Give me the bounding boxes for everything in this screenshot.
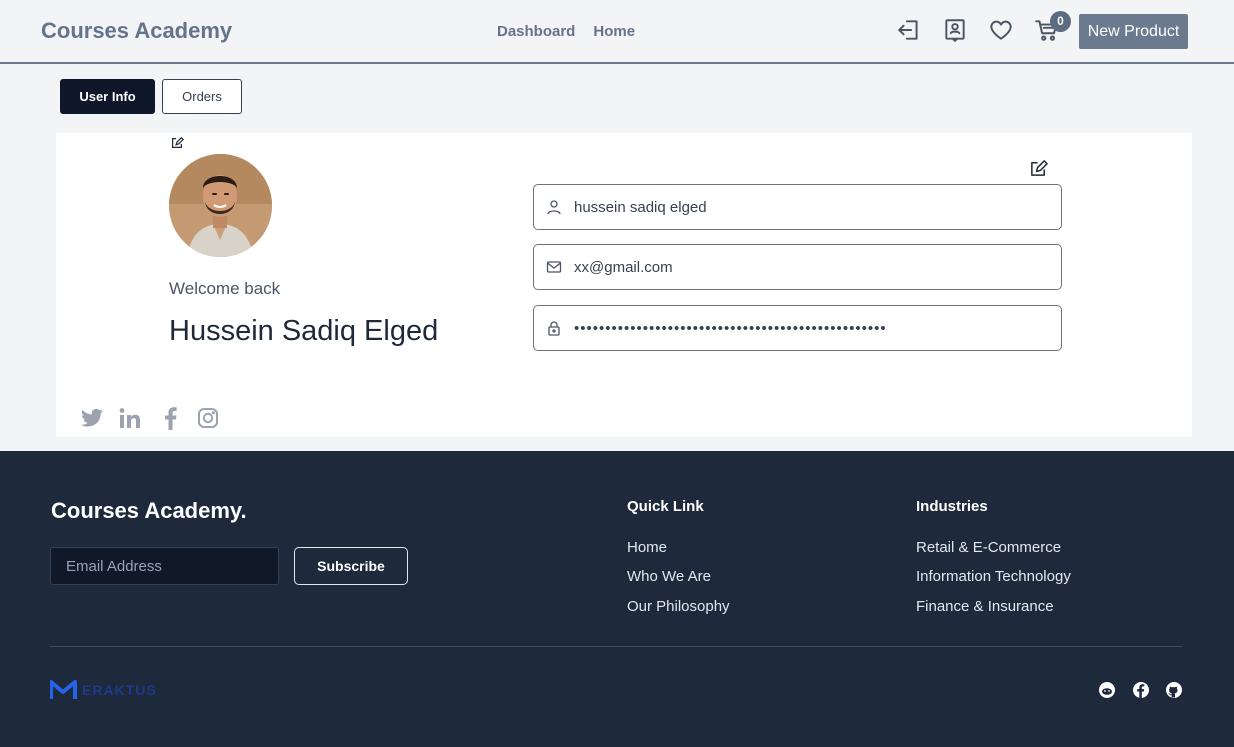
top-navbar: Courses Academy Dashboard Home 0 New Pro… <box>0 0 1234 64</box>
footer-link-home[interactable]: Home <box>627 539 667 556</box>
main-nav: Dashboard Home <box>497 23 635 40</box>
cart-count-badge: 0 <box>1050 11 1071 32</box>
facebook-icon[interactable] <box>162 406 178 432</box>
logout-icon[interactable] <box>896 17 922 43</box>
tab-user-info[interactable]: User Info <box>60 79 155 114</box>
quick-link-title: Quick Link <box>627 498 704 515</box>
password-field[interactable] <box>533 305 1062 351</box>
user-full-name: Hussein Sadiq Elged <box>169 315 439 347</box>
footer-divider <box>50 646 1182 647</box>
footer-link-who-we-are[interactable]: Who We Are <box>627 568 711 585</box>
subscribe-button[interactable]: Subscribe <box>294 547 408 585</box>
new-product-button[interactable]: New Product <box>1079 14 1188 49</box>
mail-icon <box>546 259 562 275</box>
industry-it[interactable]: Information Technology <box>916 568 1071 585</box>
tab-orders[interactable]: Orders <box>162 79 242 114</box>
profile-card-icon[interactable] <box>942 17 968 43</box>
name-input[interactable] <box>574 198 1044 216</box>
footer-logo-text: ERAKTUS <box>82 682 157 698</box>
github-icon[interactable] <box>1165 681 1183 699</box>
user-icon <box>546 199 562 215</box>
name-field[interactable] <box>533 184 1062 230</box>
avatar <box>169 154 272 257</box>
footer-brand: Courses Academy. <box>51 498 247 523</box>
email-field[interactable] <box>533 244 1062 290</box>
lock-icon <box>546 320 562 336</box>
email-input[interactable] <box>574 258 1044 276</box>
footer-link-philosophy[interactable]: Our Philosophy <box>627 598 730 615</box>
reddit-icon[interactable] <box>1098 681 1116 699</box>
welcome-text: Welcome back <box>169 279 281 298</box>
edit-profile-icon[interactable] <box>1029 159 1048 178</box>
password-input[interactable] <box>574 319 1044 337</box>
footer-logo[interactable]: ERAKTUS <box>50 680 157 700</box>
industry-retail[interactable]: Retail & E-Commerce <box>916 539 1061 556</box>
heart-icon[interactable] <box>988 17 1014 43</box>
logo-mark-icon <box>50 680 77 699</box>
facebook-round-icon[interactable] <box>1132 681 1150 699</box>
edit-avatar-icon[interactable] <box>170 136 184 150</box>
twitter-icon[interactable] <box>80 406 104 432</box>
industries-title: Industries <box>916 498 988 515</box>
site-footer: Courses Academy. Subscribe Quick Link Ho… <box>0 451 1234 747</box>
instagram-icon[interactable] <box>196 406 220 432</box>
brand-title[interactable]: Courses Academy <box>41 18 232 44</box>
nav-dashboard[interactable]: Dashboard <box>497 23 575 40</box>
nav-home[interactable]: Home <box>593 23 635 40</box>
industry-finance[interactable]: Finance & Insurance <box>916 598 1054 615</box>
newsletter-email-input[interactable] <box>50 547 279 585</box>
linkedin-icon[interactable] <box>118 406 142 432</box>
